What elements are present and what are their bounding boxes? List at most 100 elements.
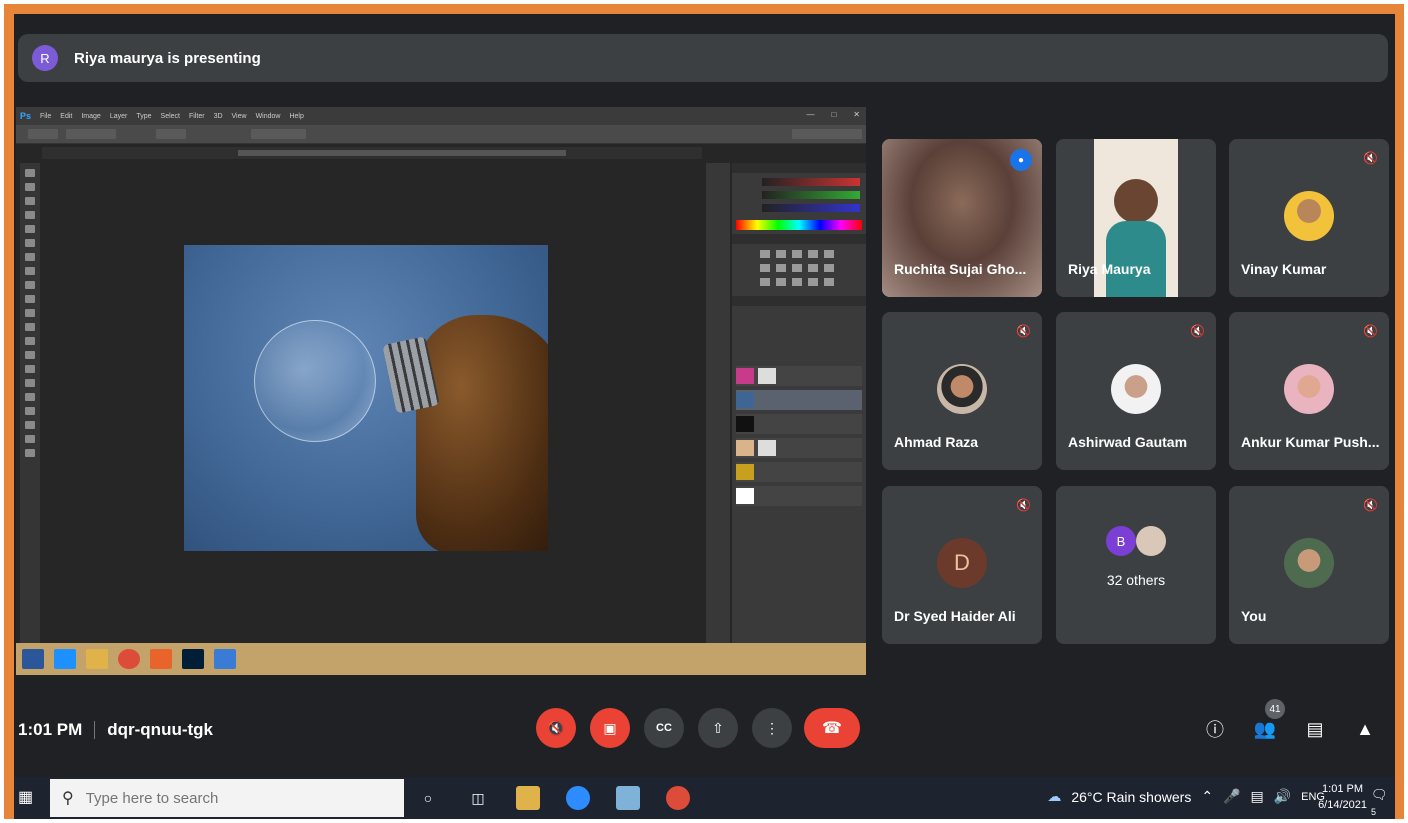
search-input[interactable] [83, 788, 388, 808]
ps-doc-tab-active[interactable] [238, 150, 566, 156]
green-slider[interactable] [762, 191, 860, 199]
shape-tool-icon[interactable] [25, 407, 35, 415]
exposure-adjust-icon[interactable] [808, 250, 818, 258]
participant-tile[interactable]: Riya Maurya [1056, 139, 1216, 297]
selective-color-adjust-icon[interactable] [824, 278, 834, 286]
layer-row[interactable] [736, 438, 862, 458]
captions-button[interactable]: CC [644, 708, 684, 748]
color-swatch-icon[interactable] [25, 449, 35, 457]
color-balance-adjust-icon[interactable] [776, 264, 786, 272]
layer-row[interactable] [736, 414, 862, 434]
photo-filter-adjust-icon[interactable] [808, 264, 818, 272]
taskbar-search[interactable]: ⚲ [50, 779, 404, 817]
threshold-adjust-icon[interactable] [792, 278, 802, 286]
volume-icon[interactable]: 🔊 [1274, 788, 1291, 805]
color-spectrum[interactable] [736, 220, 862, 230]
gradient-map-adjust-icon[interactable] [808, 278, 818, 286]
ps-doc-tab[interactable] [570, 150, 668, 156]
ps-menu-type[interactable]: Type [136, 113, 151, 120]
levels-adjust-icon[interactable] [776, 250, 786, 258]
chat-button[interactable]: ▤ [1302, 716, 1328, 742]
chevron-up-icon[interactable]: ⌃ [1201, 788, 1213, 805]
chrome-icon[interactable] [118, 649, 140, 669]
blue-slider[interactable] [762, 204, 860, 212]
lasso-tool-icon[interactable] [25, 197, 35, 205]
ps-workspace-select[interactable] [792, 129, 862, 139]
task-view-icon[interactable]: ◫ [466, 786, 490, 810]
zoom-icon[interactable] [566, 786, 590, 810]
ps-option-control[interactable] [251, 129, 306, 139]
ps-menu-select[interactable]: Select [161, 113, 180, 120]
mic-toggle-button[interactable]: 🔇 [536, 708, 576, 748]
path-select-tool-icon[interactable] [25, 393, 35, 401]
participant-tile[interactable]: ● Ruchita Sujai Gho... [882, 139, 1042, 297]
bw-adjust-icon[interactable] [792, 264, 802, 272]
participant-tile[interactable]: 🔇 Ashirwad Gautam [1056, 312, 1216, 470]
dodge-tool-icon[interactable] [25, 351, 35, 359]
layer-row-selected[interactable] [736, 390, 862, 410]
ps-option-control[interactable] [66, 129, 116, 139]
office-icon[interactable] [150, 649, 172, 669]
minimize-icon[interactable]: — [806, 110, 814, 119]
activities-button[interactable]: ▲ [1352, 716, 1378, 742]
more-options-button[interactable]: ⋮ [752, 708, 792, 748]
edge-icon[interactable] [54, 649, 76, 669]
layers-panel-header[interactable] [732, 296, 866, 306]
gradient-tool-icon[interactable] [25, 323, 35, 331]
ps-option-control[interactable] [156, 129, 186, 139]
layer-row[interactable] [736, 366, 862, 386]
ps-menu-filter[interactable]: Filter [189, 113, 205, 120]
photos-icon[interactable] [214, 649, 236, 669]
quick-select-tool-icon[interactable] [25, 211, 35, 219]
eraser-tool-icon[interactable] [25, 309, 35, 317]
zoom-tool-icon[interactable] [25, 435, 35, 443]
weather-text[interactable]: 26°C Rain showers [1071, 789, 1191, 805]
meeting-details-button[interactable]: ⓘ [1202, 716, 1228, 742]
red-slider[interactable] [762, 178, 860, 186]
participant-tile[interactable]: 🔇 D Dr Syed Haider Ali [882, 486, 1042, 644]
hue-adjust-icon[interactable] [760, 264, 770, 272]
cortana-icon[interactable]: ○ [416, 786, 440, 810]
ps-menu-3d[interactable]: 3D [214, 113, 223, 120]
healing-tool-icon[interactable] [25, 253, 35, 261]
brush-tool-icon[interactable] [25, 267, 35, 275]
participant-tile-self[interactable]: 🔇 You [1229, 486, 1389, 644]
present-button[interactable]: ⇧ [698, 708, 738, 748]
microphone-icon[interactable]: 🎤 [1223, 788, 1240, 805]
participant-tile[interactable]: 🔇 Ahmad Raza [882, 312, 1042, 470]
layer-row[interactable] [736, 462, 862, 482]
brightness-adjust-icon[interactable] [760, 250, 770, 258]
curves-adjust-icon[interactable] [792, 250, 802, 258]
close-icon[interactable]: ✕ [853, 110, 860, 119]
windows-start-icon[interactable]: ▦ [18, 787, 38, 807]
history-brush-tool-icon[interactable] [25, 295, 35, 303]
ps-canvas[interactable] [42, 163, 702, 633]
marquee-tool-icon[interactable] [25, 183, 35, 191]
ps-menu-layer[interactable]: Layer [110, 113, 128, 120]
ps-option-control[interactable] [28, 129, 58, 139]
pen-tool-icon[interactable] [25, 365, 35, 373]
invert-adjust-icon[interactable] [760, 278, 770, 286]
photoshop-taskbar-icon[interactable] [182, 649, 204, 669]
ps-menu-edit[interactable]: Edit [60, 113, 72, 120]
blur-tool-icon[interactable] [25, 337, 35, 345]
ps-doc-tab[interactable] [130, 150, 234, 156]
file-explorer-icon[interactable] [86, 649, 108, 669]
camera-toggle-button[interactable]: ▣ [590, 708, 630, 748]
posterize-adjust-icon[interactable] [776, 278, 786, 286]
ps-menu-help[interactable]: Help [289, 113, 303, 120]
hand-tool-icon[interactable] [25, 421, 35, 429]
crop-tool-icon[interactable] [25, 225, 35, 233]
clone-tool-icon[interactable] [25, 281, 35, 289]
participant-tile[interactable]: 🔇 Vinay Kumar [1229, 139, 1389, 297]
maximize-icon[interactable]: □ [831, 110, 836, 119]
taskbar-clock[interactable]: 1:01 PM 6/14/2021 [1318, 781, 1367, 813]
notepad-icon[interactable] [616, 786, 640, 810]
windows-start-icon[interactable] [22, 649, 44, 669]
ps-menu-view[interactable]: View [232, 113, 247, 120]
notification-center-icon[interactable]: 🗨5 [1371, 787, 1391, 817]
network-icon[interactable]: ▤ [1250, 788, 1263, 805]
eyedropper-tool-icon[interactable] [25, 239, 35, 247]
ps-menu-file[interactable]: File [40, 113, 51, 120]
people-button[interactable]: 👥 [1252, 716, 1278, 742]
